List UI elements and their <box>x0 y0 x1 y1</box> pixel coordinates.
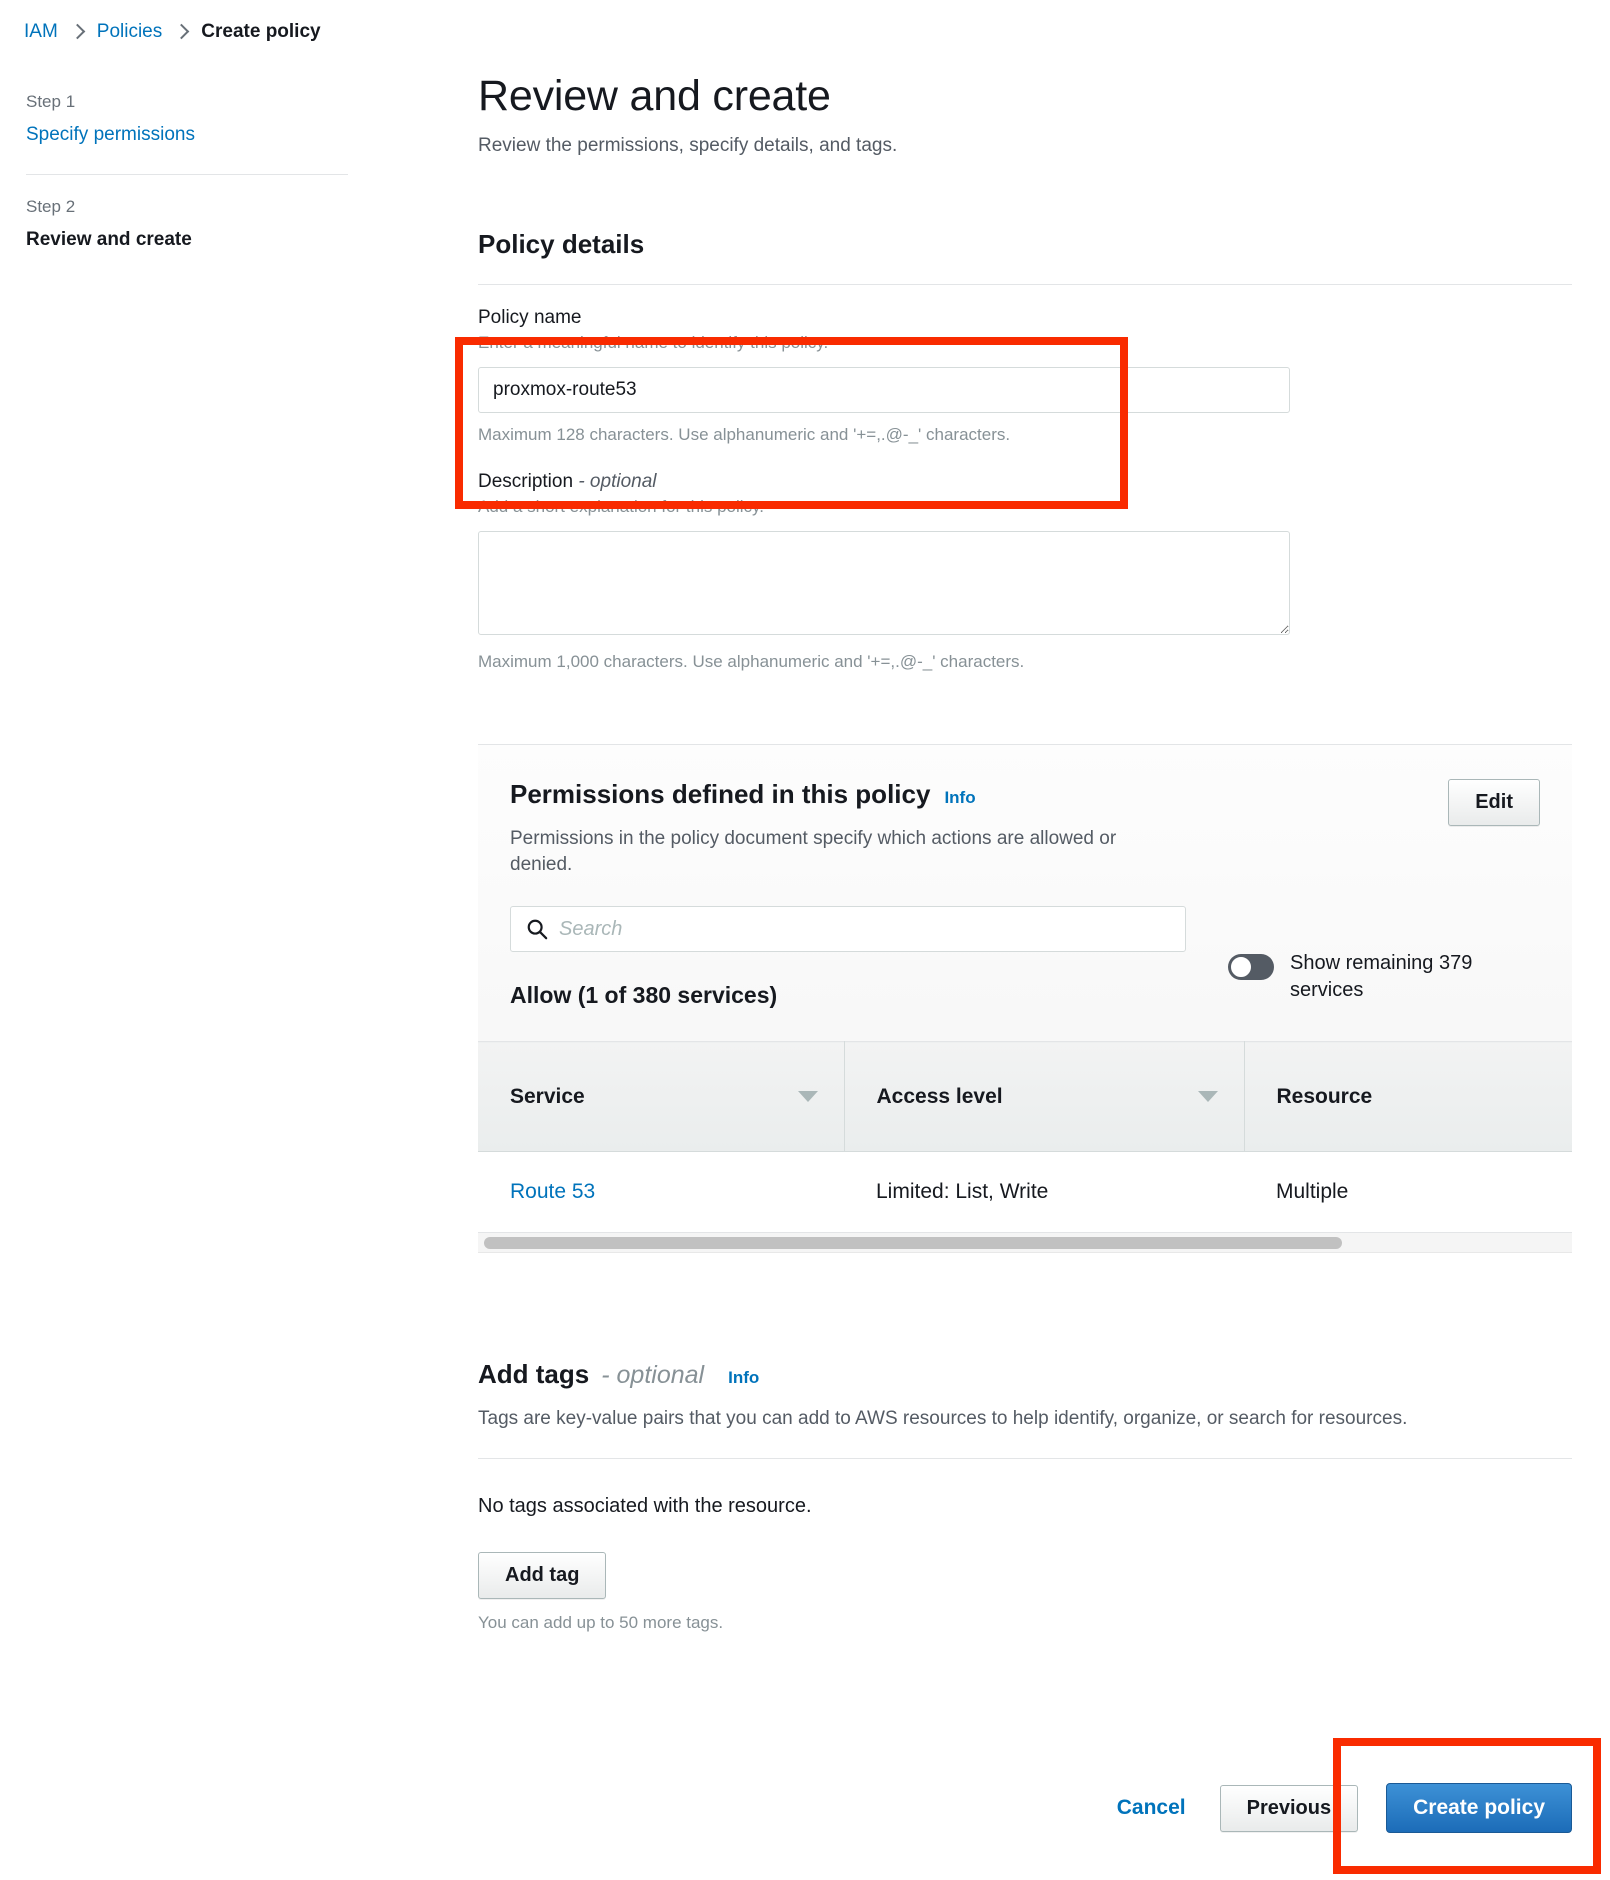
tags-divider <box>478 1458 1572 1460</box>
table-header-row: Service Access level Resource <box>478 1041 1572 1153</box>
policy-description-hint: Maximum 1,000 characters. Use alphanumer… <box>478 652 1025 671</box>
chevron-right-icon <box>173 23 190 39</box>
step-1-label: Step 1 <box>26 92 76 111</box>
permissions-search-wrapper <box>510 906 1186 953</box>
show-remaining-toggle[interactable] <box>1228 954 1274 981</box>
column-header-access-level-label: Access level <box>876 1084 1003 1108</box>
step-2-title: Review and create <box>26 229 192 250</box>
policy-name-description: Enter a meaningful name to identify this… <box>478 333 829 352</box>
add-tags-hint: You can add up to 50 more tags. <box>478 1613 724 1633</box>
toggle-knob <box>1230 956 1252 979</box>
breadcrumb-item-policies[interactable]: Policies <box>97 21 162 43</box>
page-subtitle: Review the permissions, specify details,… <box>478 135 898 156</box>
add-tag-button-wrapper: Add tag <box>478 1552 1572 1600</box>
column-header-access-level[interactable]: Access level <box>844 1041 1245 1153</box>
add-tags-description: Tags are key-value pairs that you can ad… <box>478 1408 1408 1430</box>
show-remaining-toggle-label: Show remaining 379 services <box>1290 952 1473 1002</box>
search-icon <box>527 920 548 940</box>
step-divider <box>26 174 348 175</box>
breadcrumb-item-create-policy: Create policy <box>201 21 321 42</box>
step-2-label: Step 2 <box>26 197 76 216</box>
policy-name-label: Policy name <box>478 307 582 328</box>
policy-description-desc: Add a short explanation for this policy. <box>478 497 765 516</box>
page-title: Review and create <box>478 72 831 120</box>
no-tags-note: No tags associated with the resource. <box>478 1495 812 1518</box>
cell-resource: Multiple <box>1244 1151 1572 1234</box>
add-tags-section: Add tags - optional Info Tags are key-va… <box>478 1359 1572 1633</box>
policy-name-field: Policy name Enter a meaningful name to i… <box>478 285 1572 445</box>
policy-description-field: Description - optional Add a short expla… <box>478 445 1572 672</box>
permissions-panel: Permissions defined in this policy Info … <box>478 744 1572 1254</box>
step-1-title[interactable]: Specify permissions <box>26 124 348 146</box>
cell-access-level: Limited: List, Write <box>844 1151 1244 1234</box>
horizontal-scrollbar[interactable] <box>478 1233 1572 1254</box>
permissions-title-row: Permissions defined in this policy Info <box>510 779 1150 810</box>
step-2: Step 2 Review and create <box>26 197 348 267</box>
column-header-service-label: Service <box>510 1084 585 1108</box>
cell-service: Route 53 <box>478 1151 844 1234</box>
breadcrumb: IAM Policies Create policy <box>24 18 321 46</box>
policy-name-hint: Maximum 128 characters. Use alphanumeric… <box>478 425 1011 444</box>
permissions-table-body: Route 53 Limited: List, Write Multiple <box>478 1151 1572 1234</box>
column-header-resource-label: Resource <box>1276 1084 1373 1108</box>
permissions-header: Permissions defined in this policy Info … <box>510 779 1540 878</box>
add-tags-title-row: Add tags - optional Info <box>478 1359 1572 1390</box>
add-tags-optional: - optional <box>601 1361 705 1390</box>
create-policy-button[interactable]: Create policy <box>1386 1783 1572 1833</box>
permissions-table-head: Service Access level Resource <box>478 1041 1572 1153</box>
column-header-service[interactable]: Service <box>478 1041 845 1153</box>
service-link-route-53[interactable]: Route 53 <box>510 1180 595 1203</box>
policy-description-label: Description - optional <box>478 471 1572 493</box>
horizontal-scrollbar-thumb[interactable] <box>484 1237 1342 1250</box>
permissions-description: Permissions in the policy document speci… <box>510 828 1117 876</box>
cancel-button[interactable]: Cancel <box>1111 1786 1192 1830</box>
sort-caret-down-icon[interactable] <box>797 1091 818 1103</box>
policy-name-input[interactable] <box>478 367 1290 413</box>
policy-details-heading: Policy details <box>478 229 645 259</box>
step-navigation: Step 1 Specify permissions Step 2 Review… <box>26 92 348 267</box>
policy-description-optional: - optional <box>578 471 657 492</box>
add-tag-button[interactable]: Add tag <box>478 1552 607 1600</box>
table-row: Route 53 Limited: List, Write Multiple <box>478 1151 1572 1234</box>
add-tags-info-link[interactable]: Info <box>728 1368 759 1388</box>
footer-actions: Cancel Previous Create policy <box>1111 1783 1572 1833</box>
column-header-resource[interactable]: Resource <box>1244 1041 1572 1153</box>
add-tags-title: Add tags <box>478 1359 590 1390</box>
edit-button[interactable]: Edit <box>1448 779 1540 826</box>
permissions-info-link[interactable]: Info <box>944 788 975 808</box>
step-1: Step 1 Specify permissions <box>26 92 348 162</box>
show-remaining-toggle-wrapper: Show remaining 379 services <box>1228 950 1502 1004</box>
main-content: Review and create Review the permissions… <box>478 72 1572 1633</box>
sort-caret-down-icon[interactable] <box>1197 1091 1218 1103</box>
permissions-title: Permissions defined in this policy <box>510 779 931 809</box>
policy-description-textarea[interactable] <box>478 531 1290 635</box>
chevron-right-icon <box>69 23 86 39</box>
permissions-table: Service Access level Resource Route 53 L… <box>478 1041 1572 1234</box>
permissions-search-input[interactable] <box>510 906 1186 953</box>
breadcrumb-item-iam[interactable]: IAM <box>24 21 58 43</box>
previous-button[interactable]: Previous <box>1219 1784 1359 1832</box>
policy-description-label-text: Description <box>478 471 574 492</box>
